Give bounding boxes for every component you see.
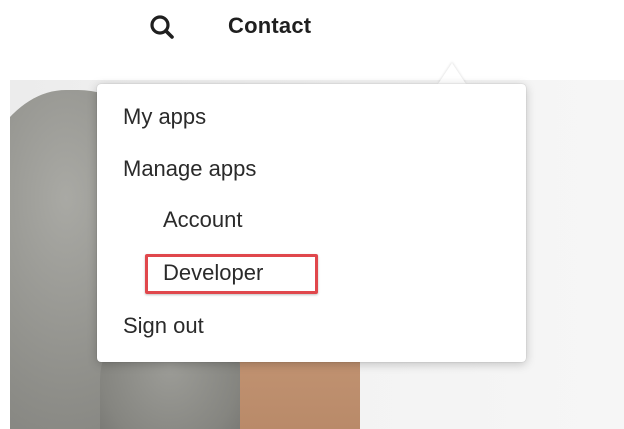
- menu-item-account[interactable]: Account: [163, 205, 243, 235]
- menu-item-my-apps[interactable]: My apps: [123, 102, 206, 132]
- account-dropdown-menu: My apps Manage apps Account Developer Si…: [97, 84, 526, 362]
- top-nav: Contact: [0, 0, 624, 80]
- menu-item-manage-apps[interactable]: Manage apps: [123, 154, 256, 184]
- menu-item-developer[interactable]: Developer: [163, 258, 263, 288]
- menu-item-sign-out[interactable]: Sign out: [123, 311, 204, 341]
- menu-caret: [438, 63, 466, 84]
- contact-link[interactable]: Contact: [228, 11, 311, 41]
- search-icon[interactable]: [146, 10, 180, 44]
